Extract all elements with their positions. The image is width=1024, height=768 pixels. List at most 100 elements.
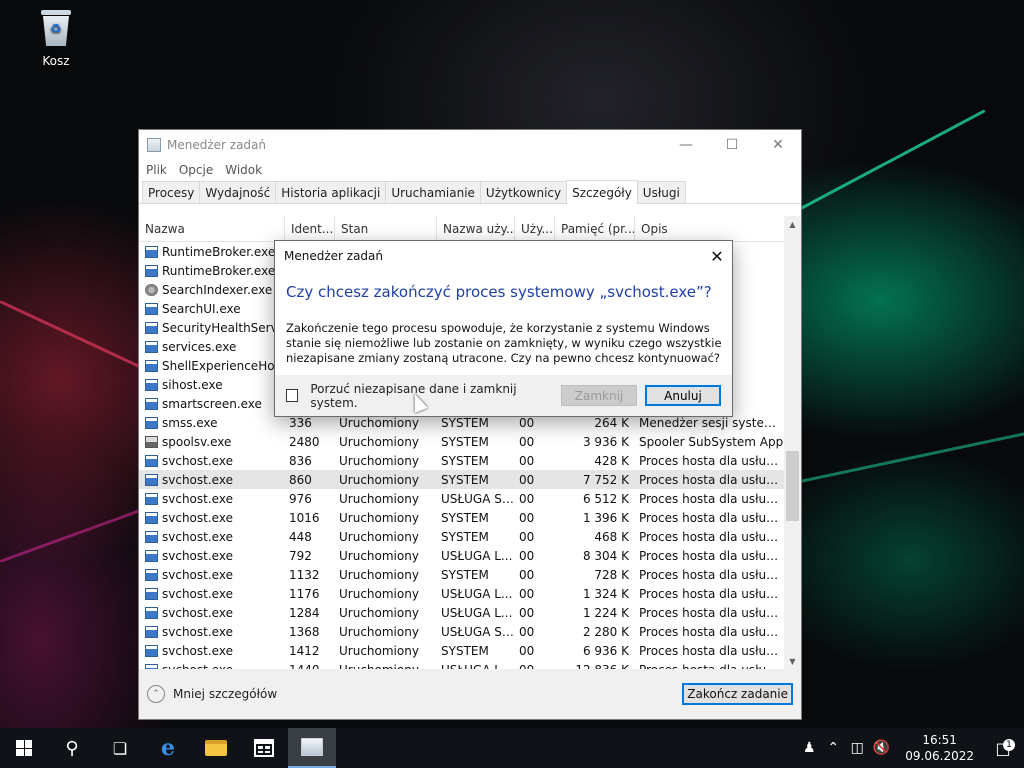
- process-memory: 428 K: [594, 453, 629, 468]
- scroll-down-icon[interactable]: ▼: [784, 653, 801, 670]
- table-row[interactable]: svchost.exe 1368 Uruchomiony USŁUGA SI... 00…: [139, 622, 801, 641]
- close-button[interactable]: ✕: [755, 130, 801, 160]
- tab-startup[interactable]: Uruchamianie: [385, 181, 481, 203]
- dialog-message: Zakończenie tego procesu spowoduje, że k…: [286, 321, 722, 365]
- dialog-titlebar[interactable]: Menedżer zadań ✕: [275, 241, 732, 271]
- explorer-taskbar-button[interactable]: [192, 728, 240, 768]
- process-user: USŁUGA L...: [441, 605, 513, 620]
- task-manager-taskbar-button[interactable]: [288, 728, 336, 768]
- table-row[interactable]: svchost.exe 860 Uruchomiony SYSTEM 00 7 752 K…: [139, 470, 801, 489]
- menu-options[interactable]: Opcje: [179, 163, 213, 177]
- column-header-status[interactable]: Stan: [335, 216, 437, 241]
- show-hidden-icons-chevron-icon[interactable]: ⌃: [821, 740, 845, 756]
- process-name-text: svchost.exe: [162, 624, 233, 639]
- process-name: SearchIndexer.exe: [139, 283, 285, 297]
- process-memory: 468 K: [594, 529, 629, 544]
- cancel-button[interactable]: Anuluj: [645, 385, 721, 406]
- gear-process-icon: [145, 283, 158, 296]
- table-row[interactable]: svchost.exe 836 Uruchomiony SYSTEM 00 428 K Pr…: [139, 451, 801, 470]
- volume-muted-icon[interactable]: 🔇: [869, 740, 893, 756]
- process-memory: 7 752 K: [582, 472, 629, 487]
- tab-app-history[interactable]: Historia aplikacji: [275, 181, 387, 203]
- column-header-description[interactable]: Opis: [635, 216, 785, 241]
- table-row[interactable]: svchost.exe 448 Uruchomiony SYSTEM 00 468 K Pr…: [139, 527, 801, 546]
- table-row[interactable]: svchost.exe 1412 Uruchomiony SYSTEM 00 6 936 …: [139, 641, 801, 660]
- process-name-text: svchost.exe: [162, 567, 233, 582]
- process-description: Proces hosta dla usług s...: [639, 453, 785, 468]
- process-status: Uruchomiony: [339, 586, 419, 601]
- process-user: USŁUGA L...: [441, 586, 513, 601]
- process-cpu: 00: [519, 529, 535, 544]
- recycle-bin-desktop-icon[interactable]: ♻ Kosz: [28, 8, 84, 68]
- process-status: Uruchomiony: [339, 643, 419, 658]
- process-window-icon: [145, 321, 158, 334]
- checkbox-box[interactable]: [286, 389, 299, 402]
- menu-view[interactable]: Widok: [225, 163, 262, 177]
- process-name-text: smss.exe: [162, 415, 218, 430]
- dialog-footer: Porzuć niezapisane dane i zamknij system…: [275, 375, 732, 416]
- tab-performance[interactable]: Wydajność: [199, 181, 277, 203]
- store-taskbar-button[interactable]: [240, 728, 288, 768]
- column-header-user[interactable]: Nazwa uży...: [437, 216, 515, 241]
- people-icon[interactable]: ♟: [797, 740, 821, 756]
- wallpaper-streak: [0, 300, 146, 371]
- vertical-scrollbar[interactable]: ▲ ▼: [784, 216, 801, 670]
- fewer-details-button[interactable]: ⌃ Mniej szczegółów: [147, 685, 277, 703]
- maximize-button[interactable]: ☐: [709, 130, 755, 160]
- edge-taskbar-button[interactable]: e: [144, 728, 192, 768]
- confirm-end-process-dialog: Menedżer zadań ✕ Czy chcesz zakończyć pr…: [274, 240, 733, 417]
- table-row[interactable]: svchost.exe 1176 Uruchomiony USŁUGA L... 00 1…: [139, 584, 801, 603]
- process-cpu: 00: [519, 567, 535, 582]
- taskbar: ⚲ ❏ e ♟ ⌃ ◫ 🔇 16:51 09.06.2022 □ 1: [0, 728, 1024, 768]
- process-status: Uruchomiony: [339, 567, 419, 582]
- menu-file[interactable]: Plik: [146, 163, 167, 177]
- minimize-button[interactable]: —: [663, 130, 709, 160]
- process-cpu: 00: [519, 586, 535, 601]
- clock[interactable]: 16:51 09.06.2022: [897, 732, 982, 764]
- table-row[interactable]: svchost.exe 1132 Uruchomiony SYSTEM 00 728 K P…: [139, 565, 801, 584]
- process-description: Proces hosta dla usług s...: [639, 605, 785, 620]
- action-center-button[interactable]: □ 1: [982, 738, 1024, 758]
- process-description: Proces hosta dla usług s...: [639, 548, 785, 563]
- shutdown-button[interactable]: Zamknij: [561, 385, 637, 406]
- tab-services[interactable]: Usługi: [636, 181, 686, 203]
- sort-ascending-icon: ⌃: [207, 216, 215, 223]
- column-header-memory[interactable]: Pamięć (pr...: [555, 216, 635, 241]
- process-name-text: svchost.exe: [162, 586, 233, 601]
- process-name: svchost.exe: [139, 492, 285, 506]
- process-name-text: sihost.exe: [162, 377, 223, 392]
- process-description: Menedżer sesji systemu ...: [639, 415, 785, 430]
- process-name: svchost.exe: [139, 625, 285, 639]
- scroll-thumb[interactable]: [786, 451, 799, 521]
- process-name: services.exe: [139, 340, 285, 354]
- process-name: svchost.exe: [139, 511, 285, 525]
- process-name: svchost.exe: [139, 549, 285, 563]
- process-status: Uruchomiony: [339, 529, 419, 544]
- process-name-text: svchost.exe: [162, 605, 233, 620]
- process-pid: 976: [289, 491, 312, 506]
- column-header-pid[interactable]: Ident...: [285, 216, 335, 241]
- table-row[interactable]: spoolsv.exe 2480 Uruchomiony SYSTEM 00 3 936 …: [139, 432, 801, 451]
- dialog-close-icon[interactable]: ✕: [702, 247, 732, 266]
- process-window-icon: [145, 568, 158, 581]
- task-manager-window: Menedżer zadań — ☐ ✕ Plik Opcje Widok Pr…: [138, 129, 802, 720]
- start-button[interactable]: [0, 728, 48, 768]
- window-titlebar[interactable]: Menedżer zadań — ☐ ✕: [139, 130, 801, 160]
- process-memory: 264 K: [594, 415, 629, 430]
- wallpaper-streak: [0, 508, 142, 563]
- table-row[interactable]: svchost.exe 976 Uruchomiony USŁUGA SI... 00 6…: [139, 489, 801, 508]
- column-header-cpu[interactable]: Uży...: [515, 216, 555, 241]
- tab-processes[interactable]: Procesy: [142, 181, 201, 203]
- tab-users[interactable]: Użytkownicy: [479, 181, 568, 203]
- task-view-button[interactable]: ❏: [96, 728, 144, 768]
- table-row[interactable]: svchost.exe 1016 Uruchomiony SYSTEM 00 1 396 …: [139, 508, 801, 527]
- process-memory: 1 396 K: [582, 510, 629, 525]
- scroll-up-icon[interactable]: ▲: [784, 216, 801, 233]
- table-row[interactable]: svchost.exe 792 Uruchomiony USŁUGA L... 00 8 …: [139, 546, 801, 565]
- network-icon[interactable]: ◫: [845, 740, 869, 756]
- tab-details[interactable]: Szczegóły: [566, 180, 638, 204]
- end-task-button[interactable]: Zakończ zadanie: [682, 683, 793, 705]
- process-name-text: svchost.exe: [162, 491, 233, 506]
- search-button[interactable]: ⚲: [48, 728, 96, 768]
- table-row[interactable]: svchost.exe 1284 Uruchomiony USŁUGA L... 00 1…: [139, 603, 801, 622]
